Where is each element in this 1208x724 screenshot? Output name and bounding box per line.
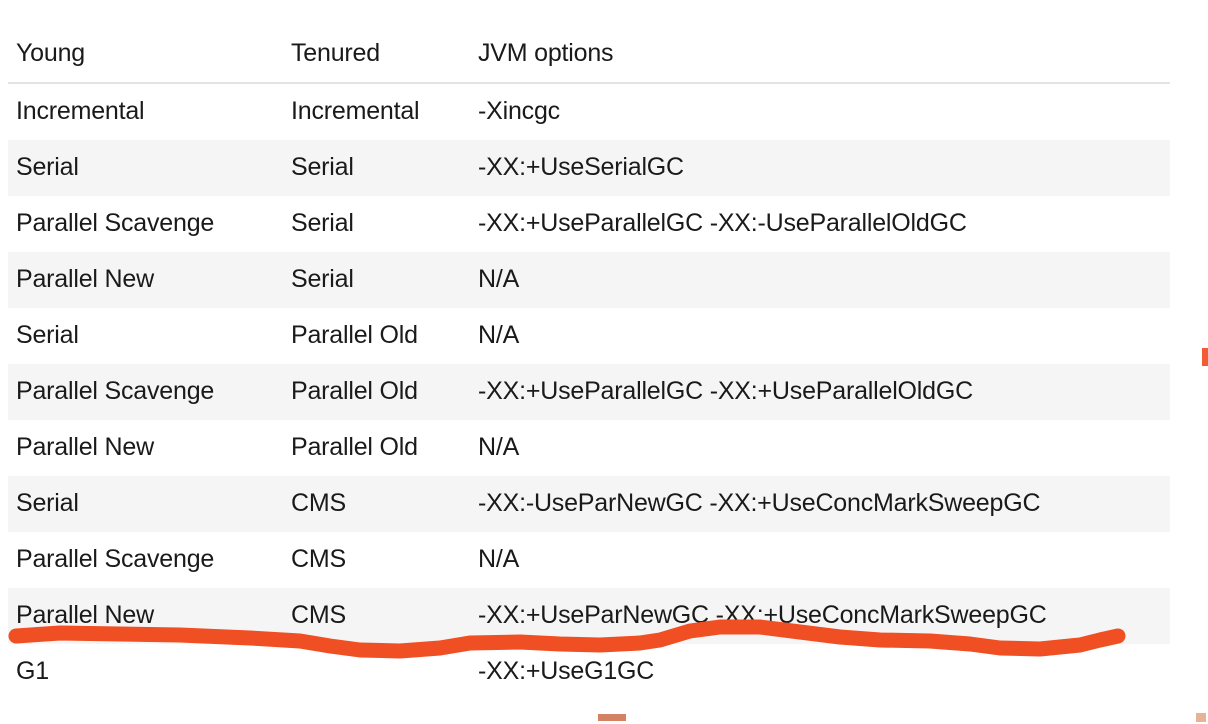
cell-jvm: -XX:+UseParallelGC -XX:-UseParallelOldGC [470,196,1170,252]
cell-tenured: Parallel Old [283,308,470,364]
column-header-young: Young [8,22,283,84]
cell-young: Parallel Scavenge [8,364,283,420]
cell-tenured: Parallel Old [283,364,470,420]
cell-tenured: Serial [283,196,470,252]
table-row: Parallel New Parallel Old N/A [8,420,1170,476]
cell-jvm: N/A [470,308,1170,364]
table-body: Incremental Incremental -Xincgc Serial Seria… [8,83,1170,700]
cell-jvm: -XX:+UseParallelGC -XX:+UseParallelOldGC [470,364,1170,420]
table-row: Serial Parallel Old N/A [8,308,1170,364]
orange-edge-mark-bottom [598,714,626,721]
cell-young: Parallel New [8,420,283,476]
cell-young: Serial [8,140,283,196]
table-row: Serial CMS -XX:-UseParNewGC -XX:+UseConcMa… [8,476,1170,532]
table-row: Parallel New Serial N/A [8,252,1170,308]
cell-young: Parallel Scavenge [8,196,283,252]
cell-young: Parallel New [8,252,283,308]
table-row: Incremental Incremental -Xincgc [8,83,1170,140]
slide-canvas: Young Tenured JVM options Incremental Inc… [0,0,1208,724]
column-header-tenured: Tenured [283,22,470,84]
gc-combinations-table: Young Tenured JVM options Incremental Inc… [8,22,1170,700]
table-header: Young Tenured JVM options [8,22,1170,84]
table-row: G1 -XX:+UseG1GC [8,644,1170,700]
cell-jvm: -Xincgc [470,83,1170,140]
cell-young: Serial [8,476,283,532]
cell-jvm: N/A [470,420,1170,476]
cell-jvm: -XX:+UseParNewGC -XX:+UseConcMarkSweepGC [470,588,1170,644]
cell-young: Parallel Scavenge [8,532,283,588]
column-header-jvm-options: JVM options [470,22,1170,84]
cell-young: Parallel New [8,588,283,644]
cell-young: Serial [8,308,283,364]
cell-tenured: Serial [283,140,470,196]
table-row: Parallel Scavenge Serial -XX:+UseParallelG… [8,196,1170,252]
orange-edge-mark-bottom-right [1196,713,1206,722]
cell-young: Incremental [8,83,283,140]
table-header-row: Young Tenured JVM options [8,22,1170,84]
orange-edge-mark-right [1202,348,1208,366]
cell-tenured: CMS [283,588,470,644]
cell-jvm: -XX:+UseG1GC [470,644,1170,700]
cell-tenured: CMS [283,476,470,532]
cell-tenured: Parallel Old [283,420,470,476]
cell-tenured: Serial [283,252,470,308]
cell-jvm: -XX:+UseSerialGC [470,140,1170,196]
table-row: Parallel Scavenge Parallel Old -XX:+UsePar… [8,364,1170,420]
cell-jvm: N/A [470,252,1170,308]
cell-jvm: -XX:-UseParNewGC -XX:+UseConcMarkSweepGC [470,476,1170,532]
cell-tenured: Incremental [283,83,470,140]
cell-tenured: CMS [283,532,470,588]
table-row: Parallel Scavenge CMS N/A [8,532,1170,588]
cell-young: G1 [8,644,283,700]
table-row: Parallel New CMS -XX:+UseParNewGC -XX:+Use… [8,588,1170,644]
cell-tenured [283,644,470,700]
table-row: Serial Serial -XX:+UseSerialGC [8,140,1170,196]
cell-jvm: N/A [470,532,1170,588]
